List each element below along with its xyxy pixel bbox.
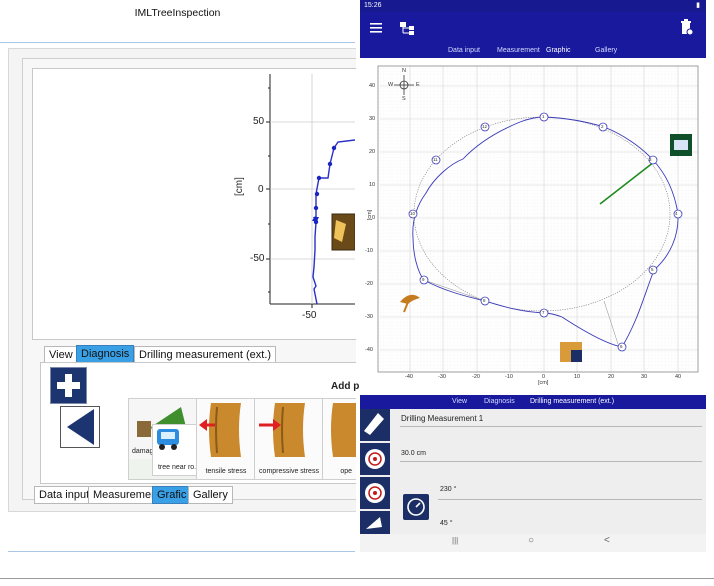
desk-y-axis-label: [cm] xyxy=(234,177,245,196)
tree-structure-icon[interactable] xyxy=(400,20,416,36)
angle-button[interactable] xyxy=(360,477,390,509)
title-separator xyxy=(0,42,355,43)
ope-image xyxy=(331,403,356,457)
flag-icon xyxy=(366,517,382,529)
point-label: 3 xyxy=(649,157,652,162)
point-label: 9 xyxy=(422,277,425,282)
xtick: 40 xyxy=(675,374,682,380)
card-compressive-stress-label: compressive stress xyxy=(259,468,319,475)
drilling-panel: Drilling Measurement 1 30.0 cm 230 ° 45 … xyxy=(360,409,706,534)
tab-view[interactable]: View xyxy=(452,395,467,409)
add-label: Add p xyxy=(331,381,360,392)
compressive-stress-image xyxy=(259,403,305,457)
point-label: 6 xyxy=(620,344,623,349)
point-label: 7 xyxy=(542,310,545,315)
xtick: -40 xyxy=(405,374,413,380)
xtick: -10 xyxy=(505,374,513,380)
angle-gauge-button[interactable] xyxy=(403,494,429,520)
point-label: 10 xyxy=(410,211,416,216)
point-label: 8 xyxy=(483,298,486,303)
depth-button[interactable] xyxy=(360,443,390,475)
point-label: 11 xyxy=(433,157,438,162)
gauge-icon xyxy=(407,498,425,516)
tablet-sub-tab-bar: View Diagnosis Drilling measurement (ext… xyxy=(360,395,706,411)
point-label: 1 xyxy=(542,114,545,119)
ytick: -10 xyxy=(365,248,373,254)
depth-value[interactable]: 30.0 cm xyxy=(401,450,426,457)
xtick: -30 xyxy=(438,374,446,380)
tab-diagnosis[interactable]: Diagnosis xyxy=(484,395,515,409)
xtick: 20 xyxy=(608,374,615,380)
drill-tool-button[interactable] xyxy=(360,409,390,441)
ytick: -40 xyxy=(365,347,373,353)
ytick: 30 xyxy=(369,116,376,122)
card-ope[interactable]: ope xyxy=(322,398,356,480)
direction-button[interactable] xyxy=(360,511,390,534)
home-button[interactable]: ○ xyxy=(528,535,534,546)
tablet-tab-bar: Data input Measurement Graphic Gallery xyxy=(360,44,706,60)
divider xyxy=(438,499,702,500)
desk-xtick: -50 xyxy=(302,310,317,321)
tab-measurement[interactable]: Measurement xyxy=(497,44,540,58)
footer-separator xyxy=(8,551,355,552)
battery-icon: ▮ xyxy=(696,2,700,9)
target-icon xyxy=(365,449,385,469)
status-time: 15:26 xyxy=(364,2,382,9)
compass-north: N xyxy=(402,68,406,74)
tree-crosssection-plot[interactable] xyxy=(360,58,706,395)
angle-2-value[interactable]: 45 ° xyxy=(440,520,453,527)
tab-grafic[interactable]: Grafic xyxy=(152,486,192,504)
divider xyxy=(400,426,702,427)
desk-ytick: -50 xyxy=(250,253,265,264)
desk-ytick: 0 xyxy=(258,184,264,195)
recent-apps-button[interactable]: ||| xyxy=(452,536,458,545)
plus-icon xyxy=(57,374,80,397)
divider xyxy=(400,461,702,462)
compass-west: W xyxy=(388,82,394,88)
page-bottom-line xyxy=(0,578,714,579)
tensile-stress-image xyxy=(199,403,241,457)
x-unit: [cm] xyxy=(538,380,549,386)
target-icon xyxy=(365,483,385,503)
window-title: IMLTreeInspection xyxy=(134,7,221,19)
desk-ytick: 50 xyxy=(253,116,265,127)
back-nav-button[interactable]: < xyxy=(604,535,610,546)
xtick: -20 xyxy=(472,374,480,380)
add-button[interactable] xyxy=(50,367,87,404)
ruler-icon xyxy=(364,413,384,435)
ytick: -30 xyxy=(365,314,373,320)
y-unit: [cm] xyxy=(367,209,374,221)
card-ope-label: ope xyxy=(340,468,352,475)
ytick: 40 xyxy=(369,83,376,89)
compass-south: S xyxy=(402,96,406,102)
point-label: 5 xyxy=(651,267,654,272)
compass-east: E xyxy=(416,82,420,88)
app-bar xyxy=(360,12,706,44)
tab-data-input[interactable]: Data input xyxy=(34,486,95,504)
android-nav-bar: ||| ○ < xyxy=(360,534,706,552)
point-label: 2 xyxy=(601,124,604,129)
desktop-tree-plot[interactable] xyxy=(228,72,355,337)
tab-gallery[interactable]: Gallery xyxy=(188,486,233,504)
ytick: -20 xyxy=(365,281,373,287)
drilling-title: Drilling Measurement 1 xyxy=(401,414,484,423)
card-tensile-stress-label: tensile stress xyxy=(205,468,247,475)
ytick: 20 xyxy=(369,149,376,155)
card-tensile-stress[interactable]: tensile stress xyxy=(196,398,256,480)
tablet-graph-area[interactable]: N S E W 40 30 20 10 0 -10 -20 -30 -40 [c… xyxy=(360,58,706,395)
angle-1-value[interactable]: 230 ° xyxy=(440,486,456,493)
point-label: 12 xyxy=(482,124,488,129)
card-compressive-stress[interactable]: compressive stress xyxy=(254,398,324,480)
delete-icon[interactable] xyxy=(680,18,694,36)
triangle-left-icon xyxy=(67,409,94,445)
ytick: 10 xyxy=(369,182,376,188)
tab-gallery[interactable]: Gallery xyxy=(595,44,617,58)
tab-data-input[interactable]: Data input xyxy=(448,44,480,58)
xtick: 30 xyxy=(641,374,648,380)
menu-icon[interactable] xyxy=(370,22,384,34)
point-label: 4 xyxy=(675,211,678,216)
back-button[interactable] xyxy=(60,406,100,448)
xtick: 10 xyxy=(574,374,581,380)
status-bar: 15:26 ▮ xyxy=(360,0,706,12)
